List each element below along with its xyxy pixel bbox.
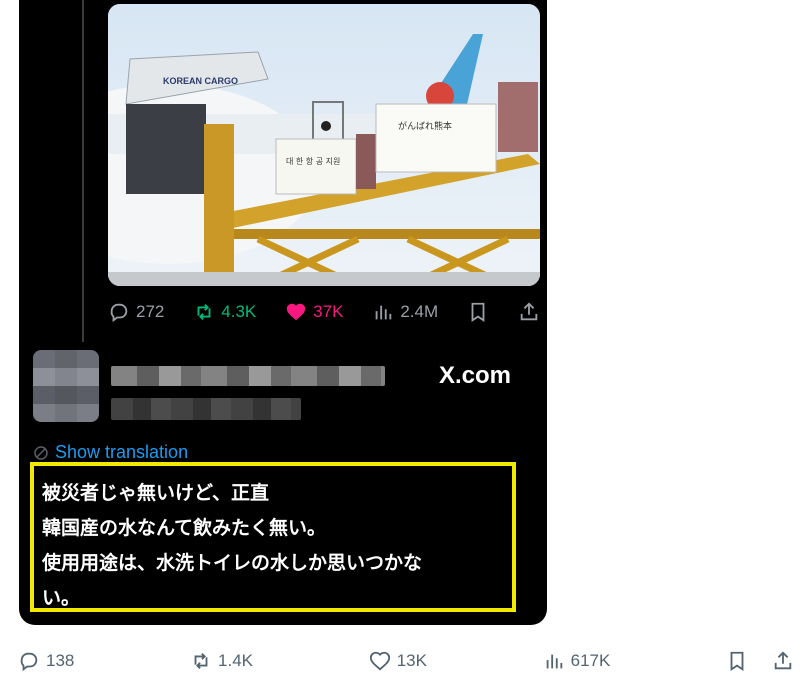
avatar[interactable]: [33, 350, 99, 422]
repost-button[interactable]: 1.4K: [190, 650, 253, 672]
post-text-line: 被災者じゃ無いけど、正直: [42, 482, 270, 504]
like-button[interactable]: 37K: [285, 301, 343, 323]
blurred-username: [111, 398, 301, 420]
share-icon: [520, 302, 538, 321]
heart-icon: [369, 651, 390, 671]
bookmark-icon: [730, 651, 744, 671]
post-text-line: い。: [42, 587, 81, 609]
cargo-plane-photo[interactable]: KOREAN CARGO 대 한 항 공 지원 がんばれ熊本: [108, 4, 540, 286]
airline-logo-text: KOREAN CARGO: [163, 76, 238, 86]
share-icon: [774, 651, 792, 670]
tweet-card: KOREAN CARGO 대 한 항 공 지원 がんばれ熊本 272 4.3K …: [19, 0, 547, 625]
like-count: 37K: [313, 302, 344, 321]
quoted-tweet-actions: 272 4.3K 37K 2.4M: [108, 296, 540, 328]
like-button[interactable]: 13K: [369, 650, 427, 672]
reply-button[interactable]: 138: [18, 650, 74, 672]
views-button[interactable]: 2.4M: [372, 301, 438, 323]
bookmark-button[interactable]: [467, 301, 489, 323]
show-translation-link[interactable]: Show translation: [33, 442, 188, 463]
repost-count: 4.3K: [221, 302, 257, 321]
views-count: 617K: [570, 651, 611, 670]
reply-count: 272: [136, 302, 165, 321]
reply-button[interactable]: 272: [108, 301, 164, 323]
post-text-highlighted: 被災者じゃ無いけど、正直 韓国産の水なんて飲みたく無い。 使用用途は、水洗トイレ…: [30, 462, 516, 612]
repost-icon: [197, 304, 211, 320]
translate-icon: [34, 445, 48, 460]
repost-icon: [194, 653, 208, 669]
like-count: 13K: [396, 651, 427, 670]
views-button[interactable]: 617K: [543, 650, 611, 672]
views-icon: [375, 305, 392, 320]
post-actions: 138 1.4K 13K 617K: [18, 646, 794, 676]
show-translation-label: Show translation: [55, 442, 189, 462]
thread-line: [82, 0, 84, 342]
post-text-line: 韓国産の水なんて飲みたく無い。: [42, 517, 327, 539]
source-label: X.com: [439, 362, 512, 389]
heart-icon: [287, 303, 306, 321]
bookmark-button[interactable]: [726, 650, 748, 672]
banner-left-text: 대 한 항 공 지원: [286, 157, 340, 166]
blurred-display-name: [111, 366, 385, 386]
views-count: 2.4M: [400, 302, 439, 321]
post-text-line: 使用用途は、水洗トイレの水しか思いつかな: [42, 552, 423, 574]
share-button[interactable]: [772, 650, 794, 672]
repost-count: 1.4K: [218, 651, 254, 670]
share-button[interactable]: [518, 301, 540, 323]
views-icon: [546, 654, 562, 669]
reply-count: 138: [46, 651, 75, 670]
bookmark-icon: [471, 302, 485, 322]
repost-button[interactable]: 4.3K: [193, 301, 256, 323]
reply-icon: [110, 303, 128, 323]
reply-icon: [20, 652, 38, 672]
banner-right-text: がんばれ熊本: [398, 120, 452, 132]
